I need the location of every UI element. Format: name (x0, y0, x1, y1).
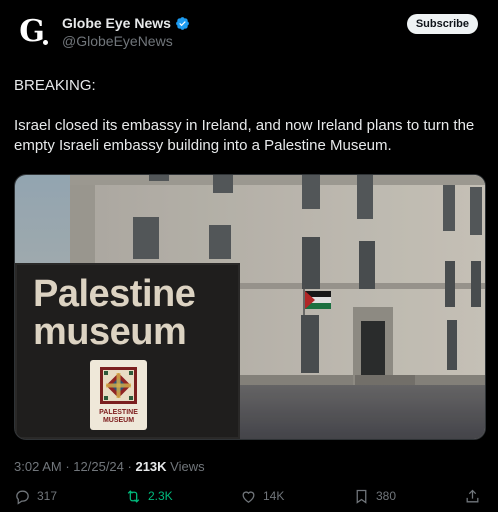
repost-count: 2.3K (148, 489, 173, 503)
post: G Globe Eye News @GlobeEyeNews Subscribe… (0, 0, 498, 512)
like-icon (242, 490, 255, 503)
share-button[interactable] (464, 484, 481, 508)
like-count: 14K (263, 489, 285, 503)
reply-button[interactable]: 317 (14, 484, 57, 508)
subscribe-button[interactable]: Subscribe (406, 14, 478, 34)
badge-line-1: PALESTINE (99, 409, 138, 416)
bookmark-button[interactable]: 380 (353, 484, 396, 508)
display-name[interactable]: Globe Eye News (62, 15, 171, 31)
author-name-row[interactable]: Globe Eye News (62, 15, 190, 31)
post-date[interactable]: 12/25/24 (73, 459, 124, 474)
verified-badge-icon (176, 16, 189, 30)
repost-button[interactable]: 2.3K (125, 484, 173, 508)
post-time[interactable]: 3:02 AM (14, 459, 62, 474)
museum-badge: PALESTINE MUSEUM (90, 360, 147, 430)
views-label: Views (170, 459, 205, 474)
post-text-breaking: BREAKING: (14, 77, 96, 94)
embroidery-pattern-icon (100, 367, 137, 404)
museum-sign: Palestine museum PALESTINE MUSEUM (15, 263, 240, 439)
sign-title: Palestine museum (33, 273, 196, 353)
action-bar: 317 2.3K 14K 380 (0, 484, 498, 508)
bookmark-count: 380 (376, 489, 397, 503)
views-count: 213K (135, 459, 167, 474)
post-meta: 3:02 AM · 12/25/24 · 213K Views (14, 459, 205, 474)
repost-icon (127, 489, 140, 503)
avatar-logo: G (19, 14, 45, 49)
post-text-body: Israel closed its embassy in Ireland, an… (14, 117, 475, 154)
reply-icon (16, 490, 29, 505)
share-icon (466, 489, 479, 502)
handle[interactable]: @GlobeEyeNews (62, 33, 173, 49)
like-button[interactable]: 14K (240, 484, 284, 508)
post-image[interactable]: Palestine museum PALESTINE MUSEUM (14, 174, 486, 440)
bookmark-icon (356, 489, 367, 504)
badge-line-2: MUSEUM (102, 417, 135, 424)
avatar[interactable]: G (14, 14, 50, 50)
reply-count: 317 (37, 489, 58, 503)
